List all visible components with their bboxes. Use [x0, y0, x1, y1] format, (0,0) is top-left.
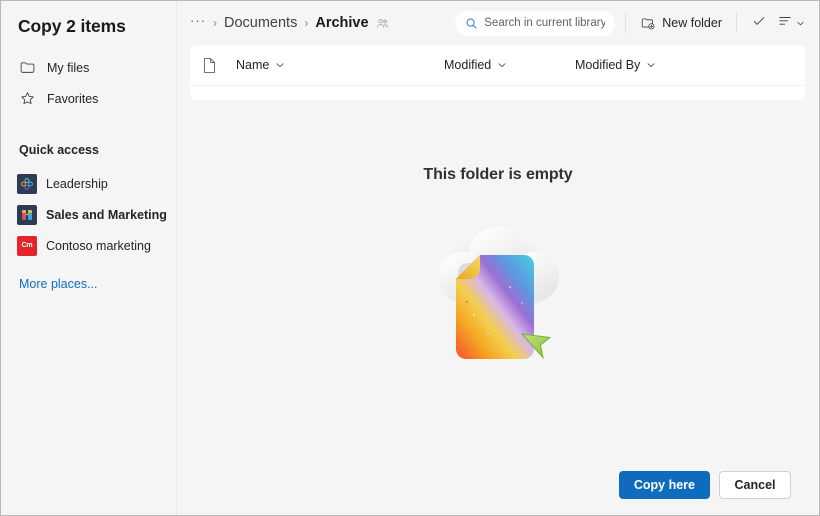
command-bar-divider [625, 13, 627, 33]
sidebar-nav-list: My files Favorites [1, 52, 176, 114]
column-header-label: Modified By [575, 58, 641, 72]
cancel-button[interactable]: Cancel [719, 471, 791, 499]
contoso-marketing-initials: Cm [21, 242, 33, 249]
dialog-title: Copy 2 items [18, 16, 126, 36]
quick-access-header: Quick access [19, 143, 99, 157]
dialog-footer: Copy here Cancel [177, 471, 819, 515]
sidebar-item-label: Contoso marketing [46, 238, 151, 253]
empty-state-title: This folder is empty [423, 166, 573, 183]
sidebar-item-label: Sales and Marketing [46, 207, 167, 222]
sidebar-item-label: Leadership [46, 176, 108, 191]
chevron-down-icon [796, 19, 805, 28]
sidebar-item-label: Favorites [47, 91, 99, 106]
sidebar-item-leadership[interactable]: Leadership [1, 168, 176, 199]
contoso-marketing-icon: Cm [17, 235, 37, 256]
breadcrumb-item-documents[interactable]: Documents [224, 14, 297, 32]
breadcrumb-separator-icon: › [304, 16, 309, 30]
column-header-name[interactable]: Name [236, 57, 444, 73]
document-type-icon [202, 57, 236, 74]
file-list-column-headers: Name Modified Modified By [190, 45, 805, 86]
file-list-body-empty [190, 86, 805, 100]
command-bar: ··· › Documents › Archive Search in curr… [177, 1, 819, 45]
search-icon [465, 17, 478, 30]
folder-icon [19, 59, 36, 76]
copy-items-dialog: Copy 2 items My files Favorites Quick ac… [0, 0, 820, 516]
breadcrumb: ··· › Documents › Archive [190, 12, 389, 32]
sidebar: Copy 2 items My files Favorites Quick ac… [1, 1, 177, 515]
copy-here-button[interactable]: Copy here [618, 471, 710, 499]
sidebar-item-sales-and-marketing[interactable]: Sales and Marketing [1, 199, 176, 230]
empty-state: This folder is empty [177, 100, 819, 471]
sidebar-item-label: My files [47, 60, 90, 75]
breadcrumb-item-archive[interactable]: Archive [315, 14, 368, 32]
star-icon [19, 90, 36, 107]
content-panel: ··· › Documents › Archive Search in curr… [177, 1, 819, 515]
shared-people-icon [376, 17, 389, 30]
new-folder-button[interactable]: New folder [636, 10, 726, 36]
sharepoint-site-icon [17, 204, 37, 225]
search-placeholder: Search in current library [484, 17, 606, 29]
select-all-button[interactable] [747, 10, 771, 36]
breadcrumb-separator-icon: › [213, 16, 217, 30]
new-folder-label: New folder [662, 16, 722, 30]
sidebar-item-my-files[interactable]: My files [1, 52, 176, 83]
sort-options-button[interactable] [777, 10, 805, 36]
quick-access-list: Leadership Sales and Marketing Cm Contos… [1, 168, 176, 261]
column-header-modified-by[interactable]: Modified By [575, 57, 656, 73]
command-bar-divider [736, 13, 737, 33]
search-input[interactable]: Search in current library [455, 10, 616, 36]
more-places-link[interactable]: More places... [1, 276, 176, 292]
new-folder-icon [640, 15, 656, 31]
column-header-label: Name [236, 58, 270, 72]
chevron-down-icon [646, 60, 656, 70]
chevron-down-icon [275, 60, 285, 70]
sort-list-icon [777, 13, 793, 34]
cloud-with-document-illustration [418, 207, 578, 367]
sidebar-item-contoso-marketing[interactable]: Cm Contoso marketing [1, 230, 176, 261]
column-header-modified[interactable]: Modified [444, 57, 575, 73]
sharepoint-site-icon [17, 173, 37, 194]
checkmark-icon [751, 13, 767, 34]
file-list: Name Modified Modified By [190, 45, 805, 100]
column-header-label: Modified [444, 58, 492, 72]
sidebar-item-favorites[interactable]: Favorites [1, 83, 176, 114]
chevron-down-icon [497, 60, 507, 70]
breadcrumb-overflow-button[interactable]: ··· [190, 12, 206, 30]
